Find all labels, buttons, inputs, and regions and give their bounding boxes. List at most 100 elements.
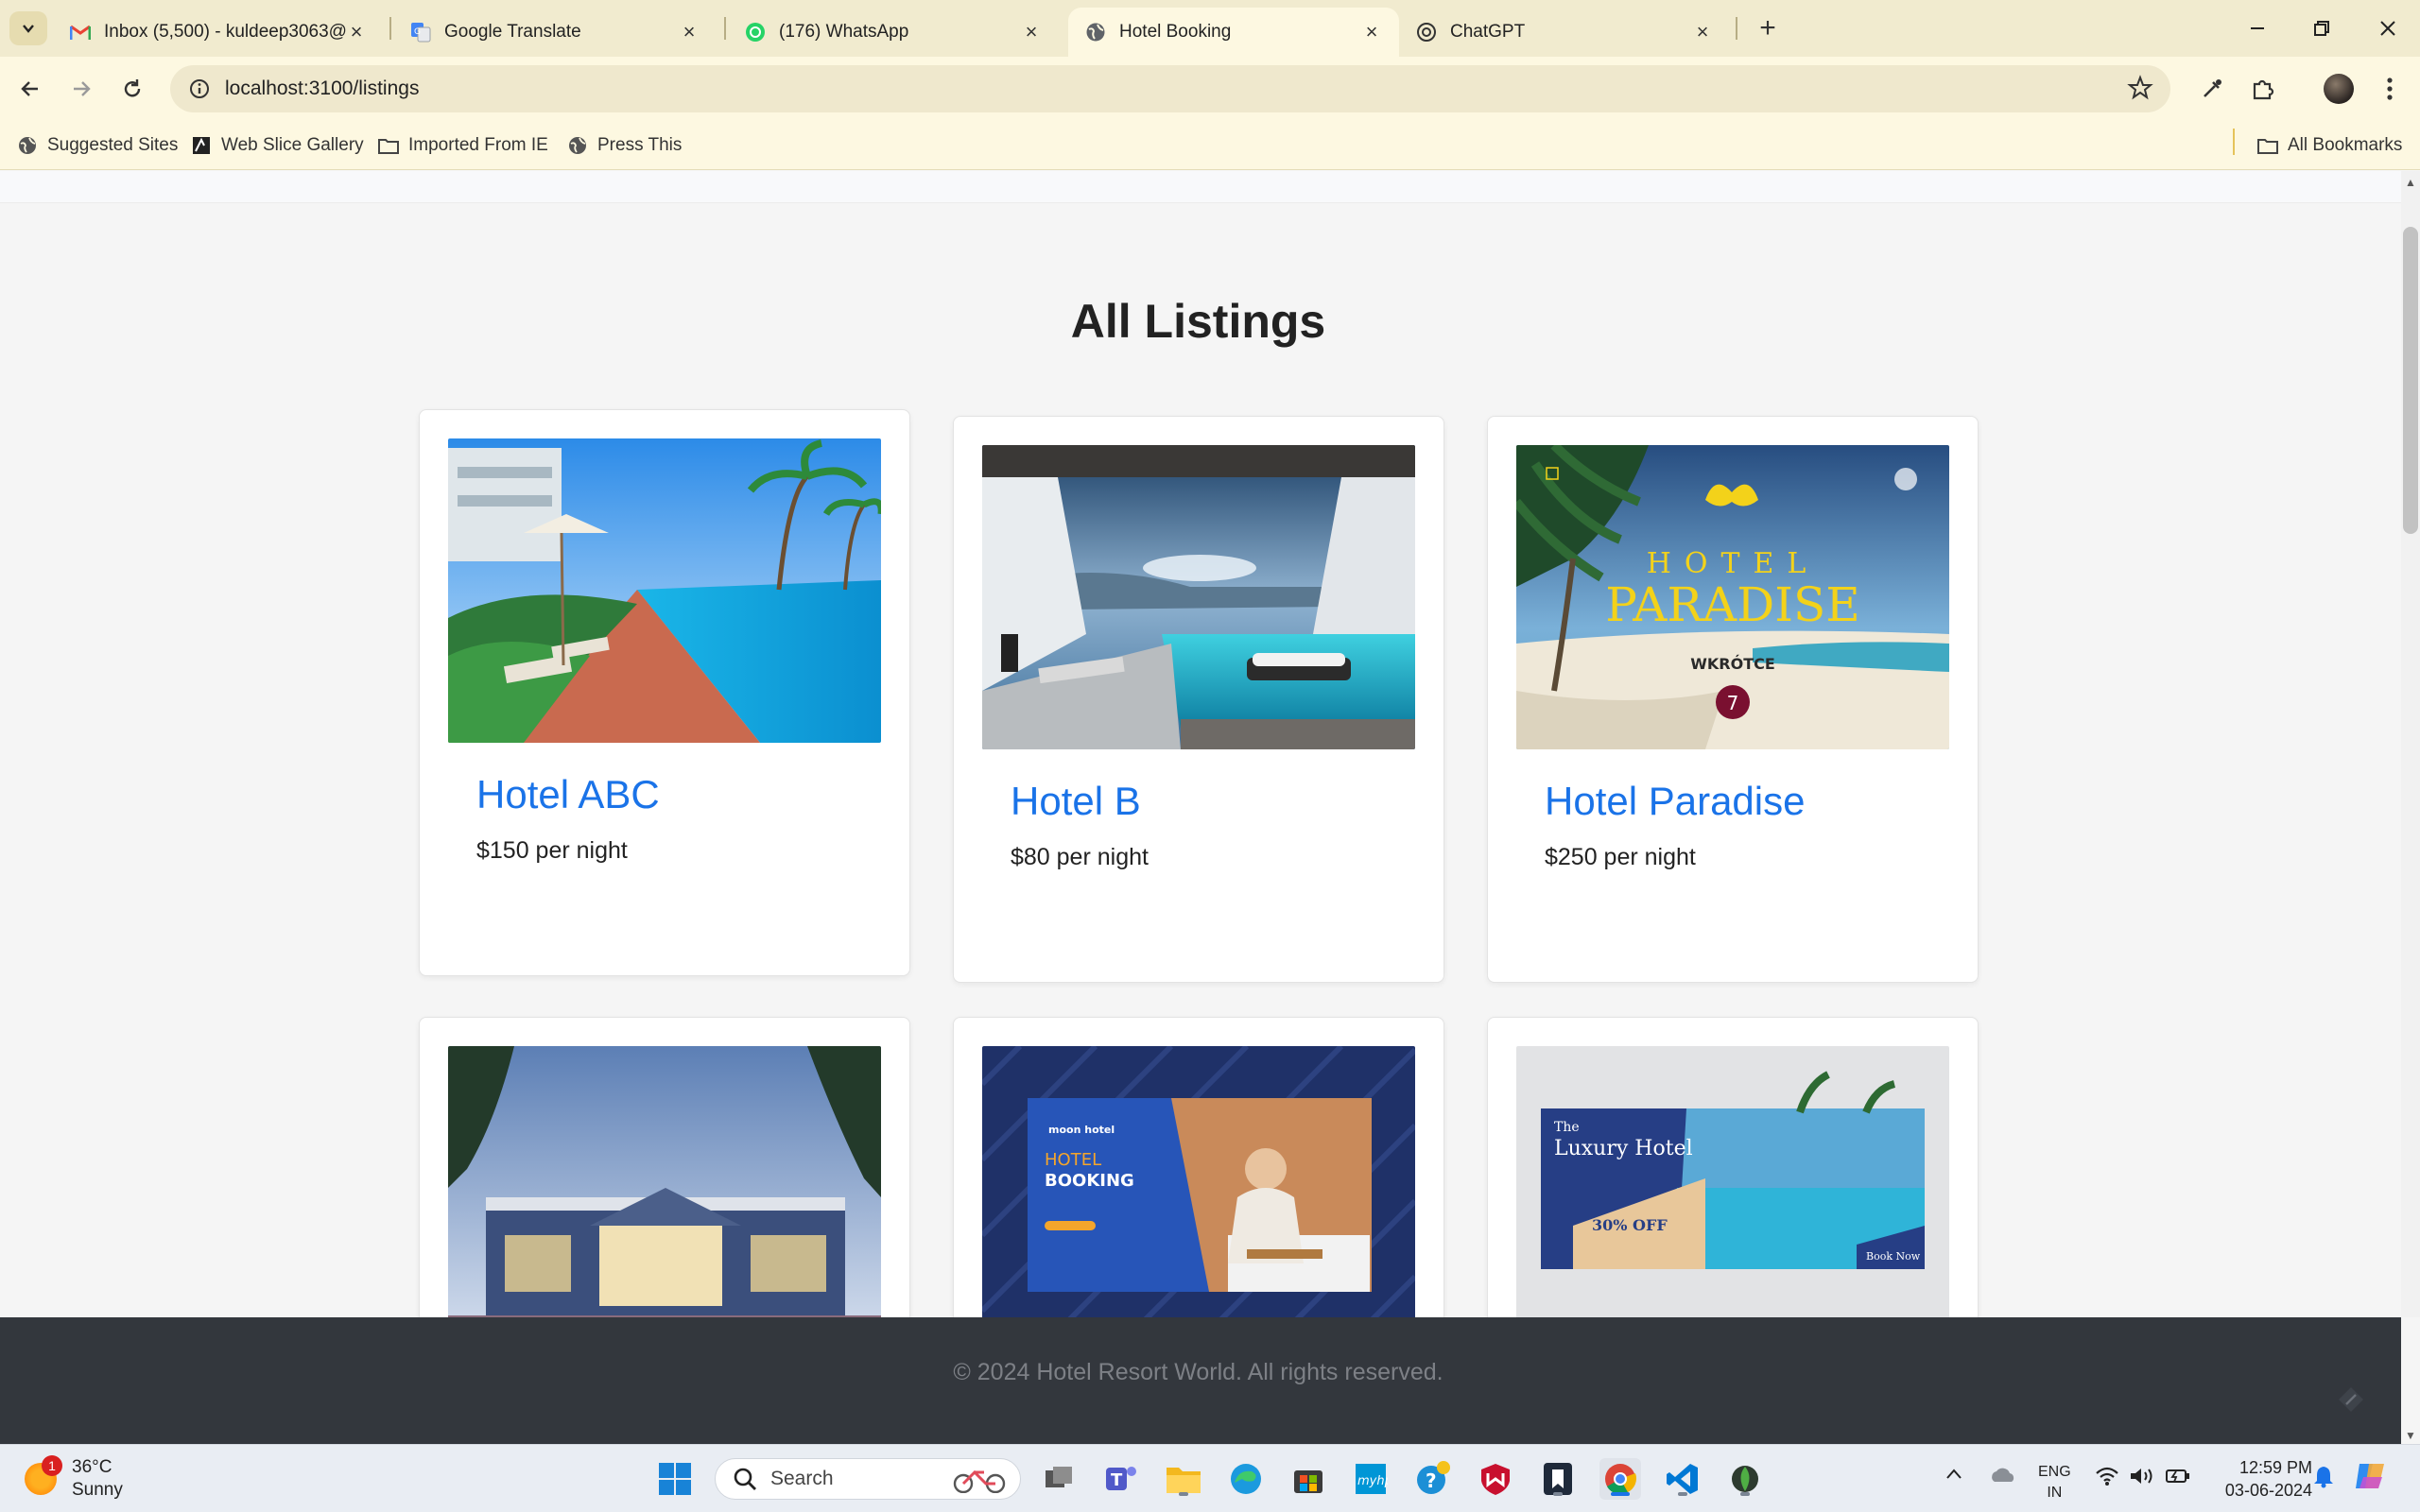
new-tab-button[interactable]: + — [1751, 11, 1785, 45]
notification-bell-icon[interactable] — [2312, 1464, 2335, 1495]
taskbar-clock[interactable]: 12:59 PM 03-06-2024 — [2208, 1456, 2312, 1502]
tab-chatgpt[interactable]: ChatGPT × — [1399, 8, 1730, 57]
address-bar[interactable]: localhost:3100/listings — [170, 65, 2170, 112]
tab-title: Inbox (5,500) - kuldeep3063@g — [104, 22, 346, 42]
image-text-luxury: Luxury Hotel — [1554, 1137, 1693, 1160]
bookmark-label: Suggested Sites — [47, 135, 179, 155]
tab-gmail[interactable]: Inbox (5,500) - kuldeep3063@g × — [53, 8, 384, 57]
kebab-menu-icon — [2387, 77, 2393, 100]
task-view-button[interactable] — [1038, 1458, 1080, 1500]
site-info-icon[interactable] — [189, 78, 210, 99]
profile-button[interactable] — [2320, 70, 2358, 108]
minimize-icon — [2251, 27, 2264, 29]
mongodb-app[interactable] — [1724, 1458, 1766, 1500]
bookmark-icon — [1544, 1463, 1572, 1495]
listing-image[interactable]: moon hotel HOTEL BOOKING — [982, 1046, 1415, 1317]
edit-pen-icon[interactable] — [2335, 1383, 2367, 1416]
listing-price: $150 per night — [476, 837, 628, 864]
close-icon[interactable]: × — [1361, 20, 1382, 43]
listing-image[interactable]: The Luxury Hotel 30% OFF Book Now — [1516, 1046, 1949, 1317]
image-text-book-now: Book Now — [1866, 1250, 1921, 1263]
listing-title[interactable]: Hotel ABC — [476, 772, 660, 817]
listing-card[interactable]: Hotel ABC $150 per night — [419, 409, 910, 976]
listing-card[interactable]: moon hotel HOTEL BOOKING — [953, 1017, 1444, 1317]
close-icon[interactable]: × — [1692, 20, 1713, 43]
extensions-button[interactable] — [2244, 70, 2282, 108]
reload-button[interactable] — [113, 70, 151, 108]
listing-card[interactable]: Hotel B $80 per night — [953, 416, 1444, 983]
image-text-hotel: HOTEL — [1647, 547, 1820, 580]
weather-widget[interactable]: 1 36°C Sunny — [25, 1455, 123, 1502]
tab-whatsapp[interactable]: (176) WhatsApp × — [728, 8, 1059, 57]
tab-google-translate[interactable]: G Google Translate × — [393, 8, 717, 57]
close-window-button[interactable] — [2360, 8, 2416, 49]
store-app[interactable] — [1288, 1458, 1329, 1500]
taskbar-search[interactable]: Search — [715, 1458, 1021, 1500]
windows-logo-icon — [659, 1463, 691, 1495]
onedrive-icon[interactable] — [1989, 1466, 2015, 1489]
myhp-app[interactable]: myhp — [1350, 1458, 1392, 1500]
listing-card[interactable] — [419, 1017, 910, 1317]
scroll-down-arrow-icon[interactable]: ▼ — [2401, 1427, 2420, 1444]
image-text-wkrotce: WKRÓTCE — [1690, 655, 1775, 673]
listing-image[interactable] — [448, 438, 881, 743]
site-navbar — [0, 171, 2401, 203]
language-indicator[interactable]: ENG IN — [2038, 1462, 2071, 1503]
close-icon[interactable]: × — [679, 20, 700, 43]
battery-icon[interactable] — [2165, 1466, 2191, 1493]
wifi-icon[interactable] — [2095, 1466, 2119, 1493]
sun-icon: 1 — [25, 1455, 62, 1495]
page-footer: © 2024 Hotel Resort World. All rights re… — [0, 1317, 2401, 1444]
avatar — [2324, 74, 2354, 104]
listing-card[interactable]: HOTEL PARADISE WKRÓTCE 7 Hotel Paradise … — [1487, 416, 1979, 983]
close-icon[interactable]: × — [1021, 20, 1042, 43]
listing-title[interactable]: Hotel Paradise — [1545, 779, 1805, 824]
help-app[interactable]: ? — [1412, 1458, 1454, 1500]
bookmark-label: Imported From IE — [408, 135, 548, 155]
copilot-icon[interactable] — [2354, 1460, 2388, 1499]
tray-overflow-icon[interactable] — [1945, 1466, 1962, 1486]
start-button[interactable] — [654, 1458, 696, 1500]
reload-icon — [124, 79, 141, 97]
globe-icon — [1085, 22, 1106, 43]
menu-button[interactable] — [2371, 70, 2409, 108]
listing-title[interactable]: Hotel B — [1011, 779, 1141, 824]
back-button[interactable] — [11, 70, 49, 108]
url-text[interactable]: localhost:3100/listings — [225, 77, 419, 100]
scroll-up-arrow-icon[interactable]: ▲ — [2401, 174, 2420, 191]
bookmark-divider — [2233, 129, 2235, 155]
bookmark-suggested-sites[interactable]: Suggested Sites — [17, 132, 178, 159]
footer-copyright: © 2024 Hotel Resort World. All rights re… — [953, 1359, 1443, 1385]
running-indicator — [1553, 1492, 1563, 1496]
bookmark-imported-from-ie[interactable]: Imported From IE — [378, 132, 548, 159]
image-text-moon: moon hotel — [1048, 1124, 1115, 1136]
file-explorer-app[interactable] — [1163, 1458, 1204, 1500]
scrollbar-thumb[interactable] — [2403, 227, 2418, 534]
bookmark-star-icon[interactable] — [2127, 75, 2153, 106]
lang-top: ENG — [2038, 1464, 2071, 1480]
restore-button[interactable] — [2293, 8, 2350, 49]
listing-image[interactable] — [448, 1046, 881, 1317]
bookmark-press-this[interactable]: Press This — [567, 132, 682, 159]
mcafee-app[interactable] — [1475, 1458, 1516, 1500]
forward-button[interactable] — [62, 70, 100, 108]
bookmark-app[interactable] — [1537, 1458, 1579, 1500]
listing-image[interactable]: HOTEL PARADISE WKRÓTCE 7 — [1516, 445, 1949, 749]
svg-text:7: 7 — [1727, 692, 1739, 714]
listing-card[interactable]: The Luxury Hotel 30% OFF Book Now — [1487, 1017, 1979, 1317]
volume-icon[interactable] — [2129, 1466, 2155, 1493]
edge-app[interactable] — [1225, 1458, 1267, 1500]
bookmark-web-slice-gallery[interactable]: Web Slice Gallery — [191, 132, 364, 159]
minimize-button[interactable] — [2229, 8, 2286, 49]
tab-search-button[interactable] — [9, 11, 47, 45]
vscode-app[interactable] — [1662, 1458, 1703, 1500]
tab-divider — [1736, 17, 1737, 40]
tab-hotel-booking[interactable]: Hotel Booking × — [1068, 8, 1399, 57]
vscode-icon — [1667, 1464, 1698, 1494]
teams-app[interactable]: T — [1100, 1458, 1142, 1500]
listing-image[interactable] — [982, 445, 1415, 749]
close-icon[interactable]: × — [346, 20, 367, 43]
eyedropper-button[interactable] — [2193, 70, 2231, 108]
all-bookmarks-button[interactable]: All Bookmarks — [2257, 132, 2402, 159]
chrome-app[interactable] — [1599, 1458, 1641, 1500]
